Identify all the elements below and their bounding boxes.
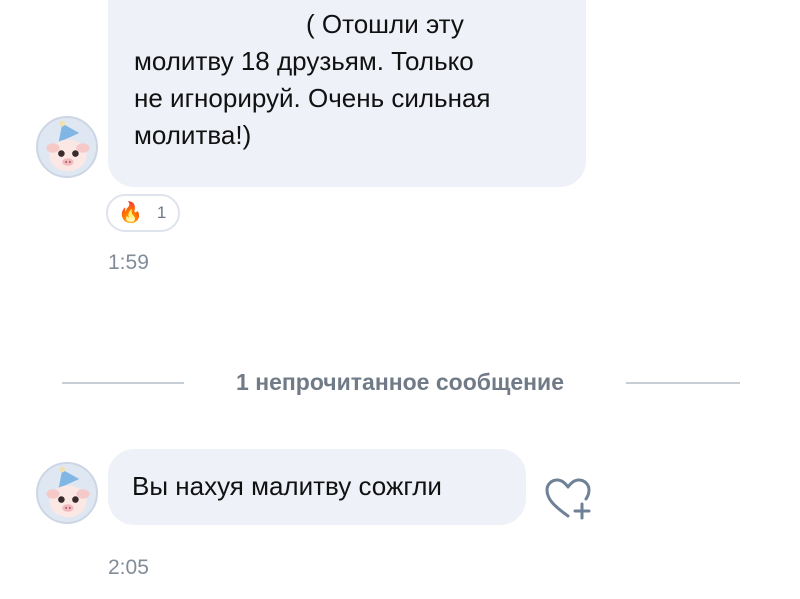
message-text-line: молитву 18 друзьям. Только <box>134 46 474 76</box>
heart-plus-icon[interactable] <box>544 476 594 522</box>
message-text-line: ( Отошли эту <box>306 9 464 39</box>
reaction-chip[interactable]: 🔥 1 <box>106 194 180 232</box>
message-bubble[interactable]: Вы нахуя малитву сожгли <box>108 449 526 525</box>
message-text-line: не игнорируй. Очень сильная <box>134 83 491 113</box>
fire-icon: 🔥 <box>118 202 143 224</box>
pig-avatar-icon <box>38 464 96 522</box>
message-text: Вы нахуя малитву сожгли <box>132 471 442 501</box>
message-text-line: молитва!) <box>134 120 252 150</box>
divider-line-right <box>626 382 740 384</box>
reaction-count: 1 <box>156 203 167 222</box>
pig-avatar-icon <box>38 118 96 176</box>
message-bubble[interactable]: ( Отошли эту молитву 18 друзьям. Только … <box>108 0 586 187</box>
sender-avatar[interactable] <box>36 462 98 524</box>
message-timestamp: 2:05 <box>108 556 149 579</box>
unread-divider: 1 непрочитанное сообщение <box>236 369 564 395</box>
message-timestamp: 1:59 <box>108 251 149 274</box>
divider-line-left <box>62 382 184 384</box>
sender-avatar[interactable] <box>36 116 98 178</box>
